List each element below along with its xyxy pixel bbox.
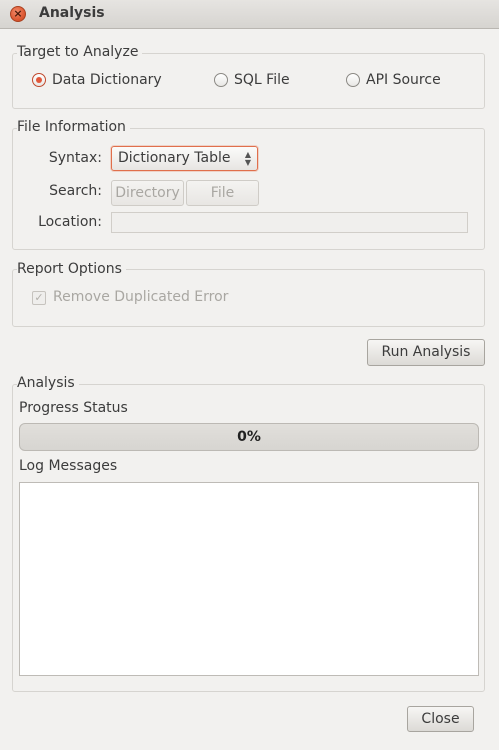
radio-sql-file[interactable]: SQL File xyxy=(214,72,290,88)
close-button[interactable]: Close xyxy=(407,706,474,732)
progress-text: 0% xyxy=(237,429,261,445)
progress-bar: 0% xyxy=(19,423,479,451)
radio-sql-file-label: SQL File xyxy=(234,72,290,88)
progress-status-label: Progress Status xyxy=(19,400,128,416)
radio-sql-file-indicator[interactable] xyxy=(214,73,228,87)
radio-data-dictionary-label: Data Dictionary xyxy=(52,72,162,88)
analysis-label: Analysis xyxy=(17,375,79,391)
radio-data-dictionary[interactable]: Data Dictionary xyxy=(32,72,162,88)
directory-button[interactable]: Directory xyxy=(111,180,184,206)
syntax-label: Syntax: xyxy=(48,150,102,166)
file-button[interactable]: File xyxy=(186,180,259,206)
location-label: Location: xyxy=(38,214,102,230)
remove-duplicated-label: Remove Duplicated Error xyxy=(53,289,229,305)
location-field[interactable] xyxy=(111,212,468,233)
syntax-combo[interactable]: Dictionary Table ▲ ▼ xyxy=(111,146,258,171)
radio-api-source-label: API Source xyxy=(366,72,441,88)
run-analysis-button[interactable]: Run Analysis xyxy=(367,339,485,366)
combo-arrows-icon: ▲ ▼ xyxy=(244,150,251,167)
syntax-combo-value: Dictionary Table xyxy=(118,150,231,166)
window-close-button[interactable]: × xyxy=(10,6,26,22)
search-label: Search: xyxy=(49,183,102,199)
target-group-label: Target to Analyze xyxy=(17,44,143,60)
log-messages-area[interactable] xyxy=(19,482,479,676)
log-messages-label: Log Messages xyxy=(19,458,118,474)
radio-api-source-indicator[interactable] xyxy=(346,73,360,87)
window-title: Analysis xyxy=(39,5,105,21)
remove-duplicated-checkbox[interactable]: ✓ xyxy=(32,291,46,305)
radio-data-dictionary-indicator[interactable] xyxy=(32,73,46,87)
file-info-label: File Information xyxy=(17,119,130,135)
title-bar: × Analysis xyxy=(0,0,499,29)
report-options-label: Report Options xyxy=(17,261,126,277)
radio-api-source[interactable]: API Source xyxy=(346,72,441,88)
